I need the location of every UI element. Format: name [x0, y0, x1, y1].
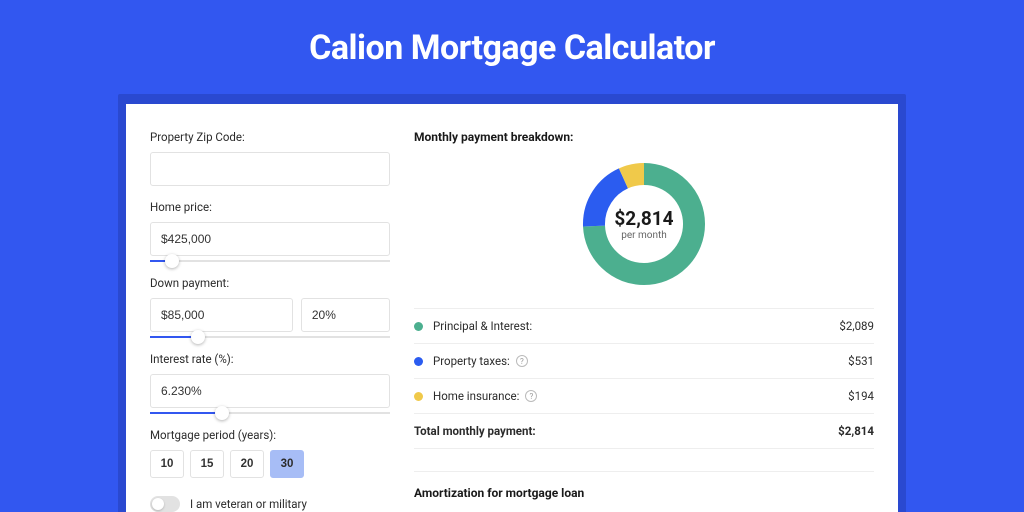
period-field: Mortgage period (years): 10 15 20 30 [150, 428, 390, 478]
down-payment-input[interactable] [150, 298, 293, 332]
period-20-button[interactable]: 20 [230, 450, 264, 478]
donut-chart: $2,814 per month [414, 158, 874, 290]
legend-row-principal: Principal & Interest: $2,089 [414, 309, 874, 344]
legend-row-taxes: Property taxes: ? $531 [414, 344, 874, 379]
dot-icon [414, 357, 423, 366]
form-column: Property Zip Code: Home price: Down paym… [150, 130, 390, 512]
legend-label-text: Property taxes: [433, 354, 510, 368]
calculator-card: Property Zip Code: Home price: Down paym… [126, 104, 898, 512]
period-label: Mortgage period (years): [150, 428, 390, 442]
slider-handle[interactable] [165, 254, 179, 268]
home-price-slider[interactable] [150, 260, 390, 262]
slider-handle[interactable] [191, 330, 205, 344]
info-icon[interactable]: ? [516, 355, 528, 367]
interest-field: Interest rate (%): [150, 352, 390, 414]
page-title: Calion Mortgage Calculator [0, 28, 1024, 68]
home-price-input[interactable] [150, 222, 390, 256]
legend-value: $531 [848, 354, 874, 368]
veteran-label: I am veteran or military [190, 497, 307, 511]
veteran-toggle[interactable] [150, 496, 180, 512]
amortization-title: Amortization for mortgage loan [414, 486, 874, 500]
zip-label: Property Zip Code: [150, 130, 390, 144]
down-payment-label: Down payment: [150, 276, 390, 290]
interest-input[interactable] [150, 374, 390, 408]
home-price-label: Home price: [150, 200, 390, 214]
veteran-row: I am veteran or military [150, 496, 390, 512]
legend-label: Property taxes: ? [433, 354, 848, 368]
zip-field: Property Zip Code: [150, 130, 390, 186]
legend-value: $2,089 [839, 319, 874, 333]
total-value: $2,814 [838, 424, 874, 438]
legend: Principal & Interest: $2,089 Property ta… [414, 308, 874, 449]
legend-value: $194 [848, 389, 874, 403]
zip-input[interactable] [150, 152, 390, 186]
down-payment-pct-input[interactable] [301, 298, 390, 332]
donut-amount: $2,814 [614, 207, 673, 230]
legend-label-text: Home insurance: [433, 389, 519, 403]
period-10-button[interactable]: 10 [150, 450, 184, 478]
donut-sub: per month [621, 230, 667, 241]
period-15-button[interactable]: 15 [190, 450, 224, 478]
down-payment-field: Down payment: [150, 276, 390, 338]
legend-label: Home insurance: ? [433, 389, 848, 403]
down-payment-slider[interactable] [150, 336, 390, 338]
dot-icon [414, 392, 423, 401]
dot-icon [414, 322, 423, 331]
interest-label: Interest rate (%): [150, 352, 390, 366]
period-30-button[interactable]: 30 [270, 450, 304, 478]
breakdown-column: Monthly payment breakdown: $2,814 per mo… [414, 130, 874, 512]
breakdown-title: Monthly payment breakdown: [414, 130, 874, 144]
interest-slider[interactable] [150, 412, 390, 414]
period-buttons: 10 15 20 30 [150, 450, 390, 478]
total-label: Total monthly payment: [414, 424, 838, 438]
toggle-knob [152, 498, 164, 510]
legend-label: Principal & Interest: [433, 319, 839, 333]
info-icon[interactable]: ? [525, 390, 537, 402]
legend-row-insurance: Home insurance: ? $194 [414, 379, 874, 414]
home-price-field: Home price: [150, 200, 390, 262]
legend-row-total: Total monthly payment: $2,814 [414, 414, 874, 449]
card-backdrop: Property Zip Code: Home price: Down paym… [118, 94, 906, 512]
amortization-section: Amortization for mortgage loan Amortizat… [414, 471, 874, 512]
slider-handle[interactable] [215, 406, 229, 420]
donut-center: $2,814 per month [578, 158, 710, 290]
